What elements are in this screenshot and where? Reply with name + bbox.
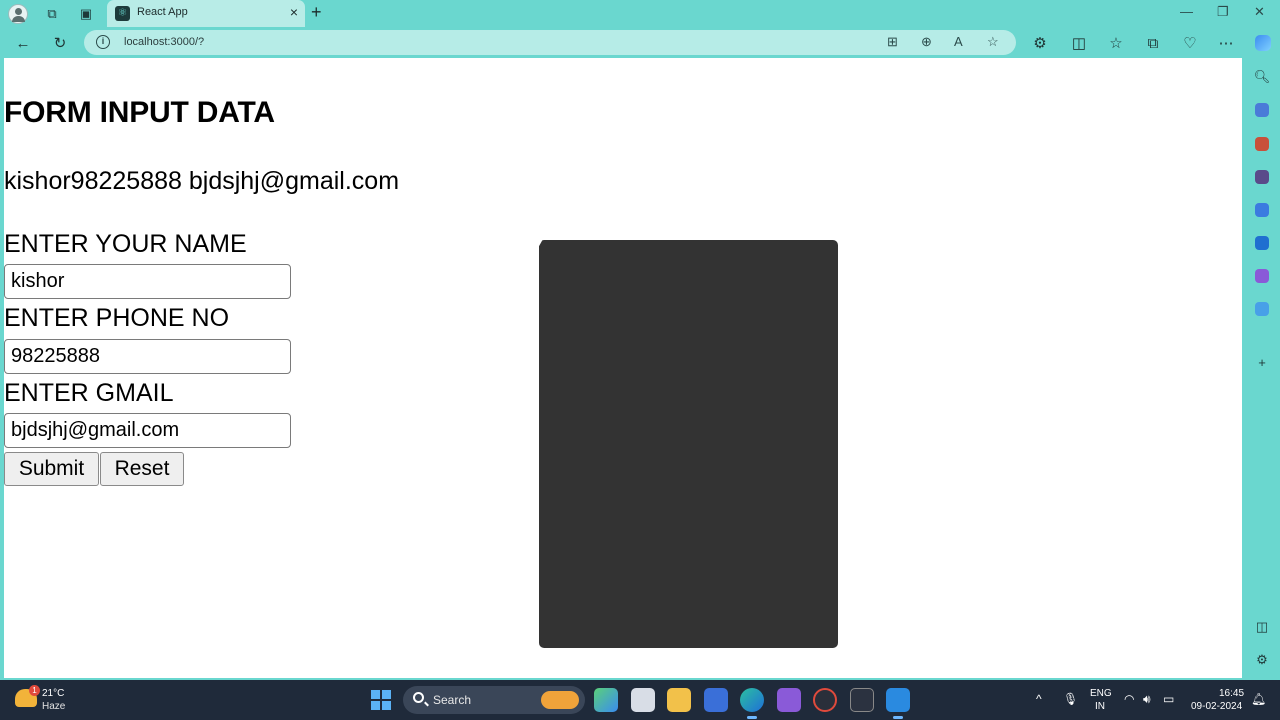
language-bottom[interactable]: IN (1095, 701, 1105, 712)
clock-time[interactable]: 16:45 (1219, 688, 1244, 699)
sidebar-games-icon[interactable] (1253, 168, 1271, 186)
search-label: Search (433, 693, 472, 707)
vscode-icon[interactable] (886, 688, 910, 719)
copilot-icon[interactable] (1252, 32, 1274, 54)
refresh-icon[interactable]: ↻ (49, 32, 71, 54)
tab-title: React App (137, 6, 188, 18)
maximize-icon[interactable]: ❐ (1217, 4, 1229, 20)
page-viewport: FORM INPUT DATA kishor98225888 bjdsjhj@g… (4, 58, 1242, 678)
split-screen-icon[interactable]: ◫ (1068, 32, 1090, 54)
address-bar[interactable]: i localhost:3000/? ⊞ ⊕ A ☆ (84, 30, 1016, 55)
clock-date[interactable]: 09-02-2024 (1191, 701, 1242, 712)
sidebar-drop-icon[interactable] (1253, 300, 1271, 318)
language-top[interactable]: ENG (1090, 688, 1112, 699)
gmail-input[interactable] (4, 413, 291, 448)
url-text[interactable]: localhost:3000/? (124, 36, 204, 48)
recorder-icon[interactable] (813, 688, 837, 712)
site-info-icon[interactable]: i (96, 35, 110, 49)
battery-icon[interactable]: ▭ (1163, 692, 1174, 706)
terminal-icon[interactable] (850, 688, 874, 712)
close-window-icon[interactable]: ✕ (1254, 4, 1265, 20)
tab-close-icon[interactable]: × (290, 4, 298, 20)
microphone-icon[interactable]: 🎙︎ (1063, 692, 1078, 706)
back-arrow-icon[interactable]: ← (12, 32, 34, 54)
tab-strip: ⧉ ▣ ⚛ React App × + — ❐ ✕ (0, 0, 1280, 27)
minimize-icon[interactable]: — (1180, 4, 1193, 19)
tab-actions-icon[interactable]: ▣ (76, 4, 96, 24)
favorites-icon[interactable]: ☆ (1105, 32, 1127, 54)
form-output-text: kishor98225888 bjdsjhj@gmail.com (4, 167, 400, 195)
more-options-icon[interactable]: ⋯ (1215, 32, 1237, 54)
task-view-icon[interactable] (631, 688, 655, 712)
gmail-label: ENTER GMAIL (4, 379, 174, 407)
weather-temp[interactable]: 21°C (42, 688, 64, 699)
submit-button[interactable]: Submit (4, 452, 99, 486)
sidebar-search-icon[interactable]: 🔍︎ (1253, 68, 1271, 86)
browser-toolbar: ← ↻ i localhost:3000/? ⊞ ⊕ A ☆ ⚙ ◫ ☆ ⧉ ♡… (0, 27, 1280, 58)
store-icon[interactable] (704, 688, 728, 712)
browser-essentials-icon[interactable]: ♡ (1179, 32, 1201, 54)
phone-input[interactable] (4, 339, 291, 374)
zoom-icon[interactable]: ⊕ (921, 34, 932, 50)
sidebar-tools-icon[interactable] (1253, 135, 1271, 153)
search-icon (413, 692, 424, 703)
tab-react-app[interactable]: ⚛ React App × (107, 0, 305, 27)
edge-sidebar: 🔍︎ + ◫ ⚙ (1244, 58, 1280, 678)
collections-icon[interactable]: ⧉ (1142, 32, 1164, 54)
sidebar-add-icon[interactable]: + (1253, 353, 1271, 371)
search-highlight-icon (541, 691, 579, 709)
sidebar-outlook-icon[interactable] (1253, 234, 1271, 252)
start-icon[interactable] (371, 690, 391, 710)
weather-desc[interactable]: Haze (42, 701, 65, 712)
dark-overlay-panel (539, 240, 838, 648)
edge-browser-icon[interactable] (740, 688, 764, 719)
sidebar-hide-icon[interactable]: ◫ (1253, 618, 1271, 636)
read-aloud-icon[interactable]: A (954, 34, 963, 49)
favorite-star-icon[interactable]: ☆ (987, 34, 999, 50)
sidebar-settings-icon[interactable]: ⚙ (1253, 651, 1271, 669)
notification-bell-icon[interactable]: 🔔︎ (1251, 692, 1266, 706)
page-title: FORM INPUT DATA (4, 96, 275, 129)
name-input[interactable] (4, 264, 291, 299)
wifi-icon[interactable]: ◠ (1124, 692, 1134, 706)
windows-taskbar: 1 21°C Haze Search ^ 🎙︎ ENG IN ◠ 🔊︎ ▭ 16… (0, 680, 1280, 720)
extensions-icon[interactable]: ⚙ (1029, 32, 1051, 54)
react-icon: ⚛ (115, 6, 130, 21)
workspaces-icon[interactable]: ⧉ (42, 4, 62, 24)
reset-button[interactable]: Reset (100, 452, 184, 486)
weather-badge: 1 (29, 685, 40, 696)
mouse-cursor-icon (538, 239, 543, 248)
sidebar-m365-icon[interactable] (1253, 201, 1271, 219)
volume-icon[interactable]: 🔊︎ (1143, 692, 1151, 707)
new-tab-button[interactable]: + (311, 2, 322, 23)
sidebar-shopping-icon[interactable] (1253, 101, 1271, 119)
profile-avatar-icon[interactable] (8, 4, 28, 24)
phone-label: ENTER PHONE NO (4, 304, 230, 332)
file-explorer-icon[interactable] (667, 688, 691, 712)
sidebar-designer-icon[interactable] (1253, 267, 1271, 285)
name-label: ENTER YOUR NAME (4, 230, 247, 258)
app-available-icon[interactable]: ⊞ (887, 34, 898, 50)
clipchamp-icon[interactable] (777, 688, 801, 712)
taskbar-search[interactable]: Search (403, 686, 585, 714)
widgets-app-icon[interactable] (594, 688, 618, 712)
tray-overflow-icon[interactable]: ^ (1036, 692, 1042, 706)
